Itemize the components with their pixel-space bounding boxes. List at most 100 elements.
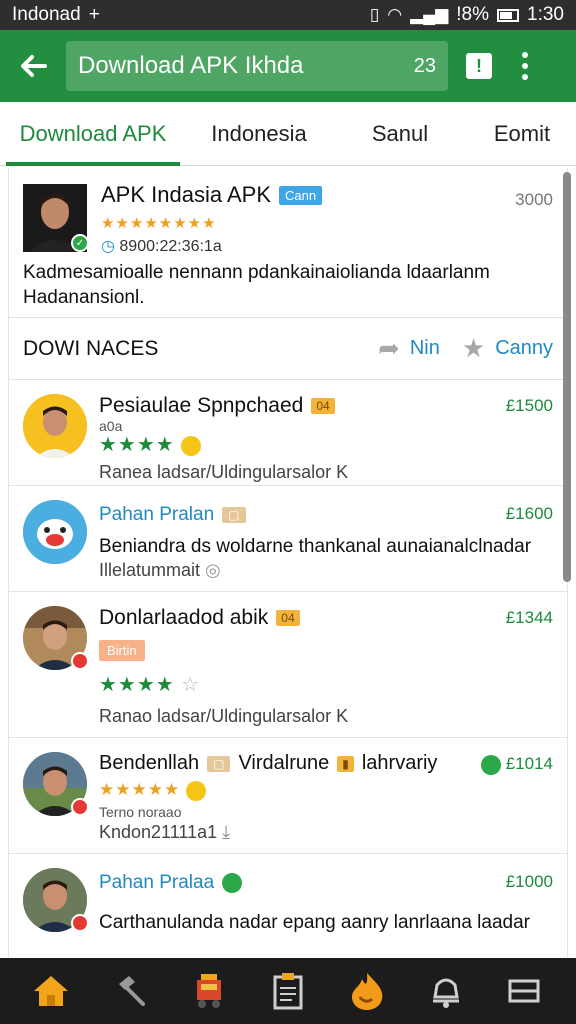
search-text: Download APK Ikhda [78,52,304,79]
app-tag-icon: ▢ [207,755,231,772]
app-title-text: Pahan Pralan [99,504,215,525]
featured-title-text: APK Indasia APK [101,182,271,207]
app-price-text: £1014 [505,754,553,773]
thumb-icon: ⤓ [222,822,231,842]
rating-stars-text: ★★★★★ [99,780,181,799]
bell-icon[interactable] [420,965,472,1017]
featured-app-title: APK Indasia APK Cann [101,182,323,208]
rating-stars: ★★★★ [99,432,202,457]
list-item[interactable]: Pahan Pralan ▢ £1600 Beniandra ds woldar… [9,486,567,592]
home-icon[interactable] [25,965,77,1017]
list-item[interactable]: Pahan Pralaa £1000 Carthanulanda nadar e… [9,854,567,958]
tab-label: Sanul [371,121,429,146]
avatar [23,394,87,458]
section-action-canny[interactable]: Canny [495,337,553,360]
check-icon [222,873,243,893]
app-price: £1500 [505,396,553,415]
app-price: £1344 [505,608,553,627]
featured-meta: ◷ 8900:22:36:1a [101,236,222,256]
tab-label: Download APK [19,121,167,146]
tab-sanul[interactable]: Sanul [332,102,468,166]
app-title: Bendenllah ▢ Virdalrune ▮ lahrvariy [99,752,437,775]
list-item[interactable]: Donlarlaadod abik 04 £1344 Birtin ★★★★ ☆… [9,592,567,738]
app-title: Pahan Pralan ▢ [99,504,246,526]
battery-percent: !8% [456,4,490,25]
app-badge-label: Birtin [99,640,145,661]
empty-star-icon: ☆ [181,674,201,696]
app-price: £1014 [480,754,553,775]
app-description: Carthanulanda nadar epang aanry lanrlaan… [99,912,530,933]
section-header: DOWI NACES ➦ Nin ★ Canny [9,318,567,380]
vibrate-icon: ▯ [369,5,380,24]
menu-icon[interactable] [498,965,550,1017]
search-count: 23 [413,54,436,77]
app-description-text: Illelatummait [99,560,201,580]
section-actions: ➦ Nin ★ Canny [378,333,553,364]
featured-price: 3000 [515,190,553,209]
app-title-extra: Virdalrune [238,752,330,774]
app-tag-icon: ▢ [222,507,246,523]
app-subtitle: Kndon21111a1 ⤓ [99,822,230,843]
rating-stars-text: ★★★★ [99,674,175,696]
app-title-text: Bendenllah [99,752,200,774]
featured-description: Kadmesamioalle nennann pdankainaiolianda… [23,262,490,308]
flame-icon[interactable] [341,965,393,1017]
hammer-icon[interactable] [104,965,156,1017]
clock-icon: ◷ [101,238,120,255]
app-price: £1600 [505,504,553,523]
scrollbar[interactable] [563,172,571,582]
avatar [23,500,87,564]
content-list[interactable]: ✓ APK Indasia APK Cann ★★★★ ★★★★ ◷ 8900:2… [8,168,568,958]
check-icon [480,754,501,775]
section-action-min[interactable]: Nin [410,337,440,360]
status-badge [71,798,89,816]
list-item[interactable]: Pesiaulae Spnpchaed 04 £1500 a0a ★★★★ Ra… [9,380,567,486]
app-title: Donlarlaadod abik 04 [99,606,300,630]
share-icon[interactable]: ➦ [378,333,400,364]
section-title: DOWI NACES [23,336,159,360]
tab-eomit[interactable]: Eomit [468,102,576,166]
signal-icon: ▂▄▆ [410,5,449,24]
star-icon[interactable]: ★ [462,333,485,364]
status-bar: Indonad + ▯ ◠ ▂▄▆ !8% 1:30 [0,0,576,30]
wifi-icon: ◠ [387,5,403,24]
app-title-text: Pahan Pralaa [99,872,215,893]
back-arrow-icon[interactable] [10,43,56,89]
search-input[interactable]: Download APK Ikhda 23 [66,41,448,91]
smiley-icon [181,435,202,456]
app-subtitle-text: Kndon21111a1 [99,822,218,842]
tab-indonesia[interactable]: Indonesia [186,102,332,166]
app-caption: Terno noraao [99,804,182,820]
app-title-extra-two: lahrvariy [361,752,438,774]
tab-label: Indonesia [211,121,307,146]
alert-icon[interactable]: ! [466,53,492,79]
battery-icon [497,8,520,22]
fire-truck-icon[interactable] [183,965,235,1017]
app-price: £1000 [505,872,553,891]
overflow-menu-icon[interactable] [510,44,540,88]
rating-stars-text: ★★★★ [99,434,175,456]
plus-icon: + [88,4,100,25]
featured-app-card[interactable]: ✓ APK Indasia APK Cann ★★★★★★★★ ◷ 8900:2… [9,168,567,318]
tab-download-apk[interactable]: Download APK [0,102,186,166]
app-subtitle: Ranea ladsar/Uldingularsalor K [99,462,349,482]
bottom-navigation [0,958,576,1024]
smiley-icon [185,780,206,801]
verified-check-icon: ✓ [71,234,89,252]
rating-stars: ★★★★ ☆ [99,672,200,697]
clock: 1:30 [527,4,564,25]
app-title: Pahan Pralaa [99,872,243,894]
status-badge [71,914,89,932]
tab-label: Eomit [493,121,551,146]
app-title-text: Donlarlaadod abik [99,606,269,629]
list-item[interactable]: Bendenllah ▢ Virdalrune ▮ lahrvariy £101… [9,738,567,854]
app-title-text: Pesiaulae Spnpchaed [99,394,304,417]
info-icon: ◎ [205,560,221,580]
app-subtitle: Ranao ladsar/Uldingularsalor K [99,706,349,726]
featured-tag: Cann [279,185,323,205]
app-tag: 04 [311,398,335,414]
app-tag: 04 [276,610,300,626]
clipboard-icon[interactable] [262,965,314,1017]
app-toolbar: Download APK Ikhda 23 ! [0,30,576,102]
app-tag-icon-small: ▮ [337,755,354,772]
